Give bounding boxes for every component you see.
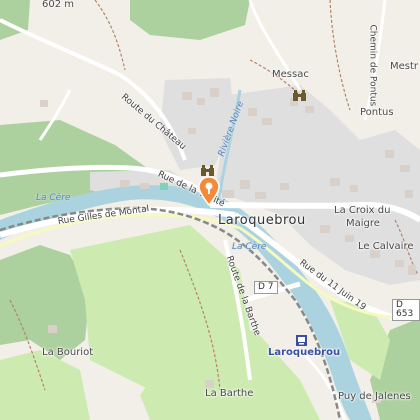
place-la-croix-du-maigre-line1: La Croix du [334, 205, 391, 216]
place-la-croix-du-maigre-line2: Maigre [346, 218, 380, 229]
road-label-chemin-de-pontus: Chemin de Pontus [367, 24, 378, 107]
place-laroquebrou: Laroquebrou [218, 213, 306, 228]
station-label: Laroquebrou [268, 347, 341, 358]
road-shield-d7: D 7 [254, 281, 278, 294]
place-la-bouriot: La Bouriot [42, 347, 94, 358]
place-mestr: Mestr [390, 61, 419, 72]
location-pin-icon[interactable] [197, 176, 221, 211]
binoculars-icon[interactable] [293, 88, 306, 106]
place-puy-de-jalenes: Puy de Jalenes [338, 391, 411, 402]
place-le-calvaire: Le Calvaire [358, 241, 414, 252]
water-label-la-cere-mid: La Cère [232, 242, 267, 252]
water-label-la-cere-west: La Cère [36, 193, 71, 203]
map-viewport[interactable]: 602 m Messac Mestr Pontus Laroquebrou La… [0, 0, 420, 420]
road-shield-d653: D 653 [392, 299, 420, 321]
place-la-barthe: La Barthe [205, 388, 254, 399]
elevation-label: 602 m [42, 0, 75, 10]
place-pontus: Pontus [360, 107, 394, 118]
place-messac: Messac [272, 69, 309, 80]
